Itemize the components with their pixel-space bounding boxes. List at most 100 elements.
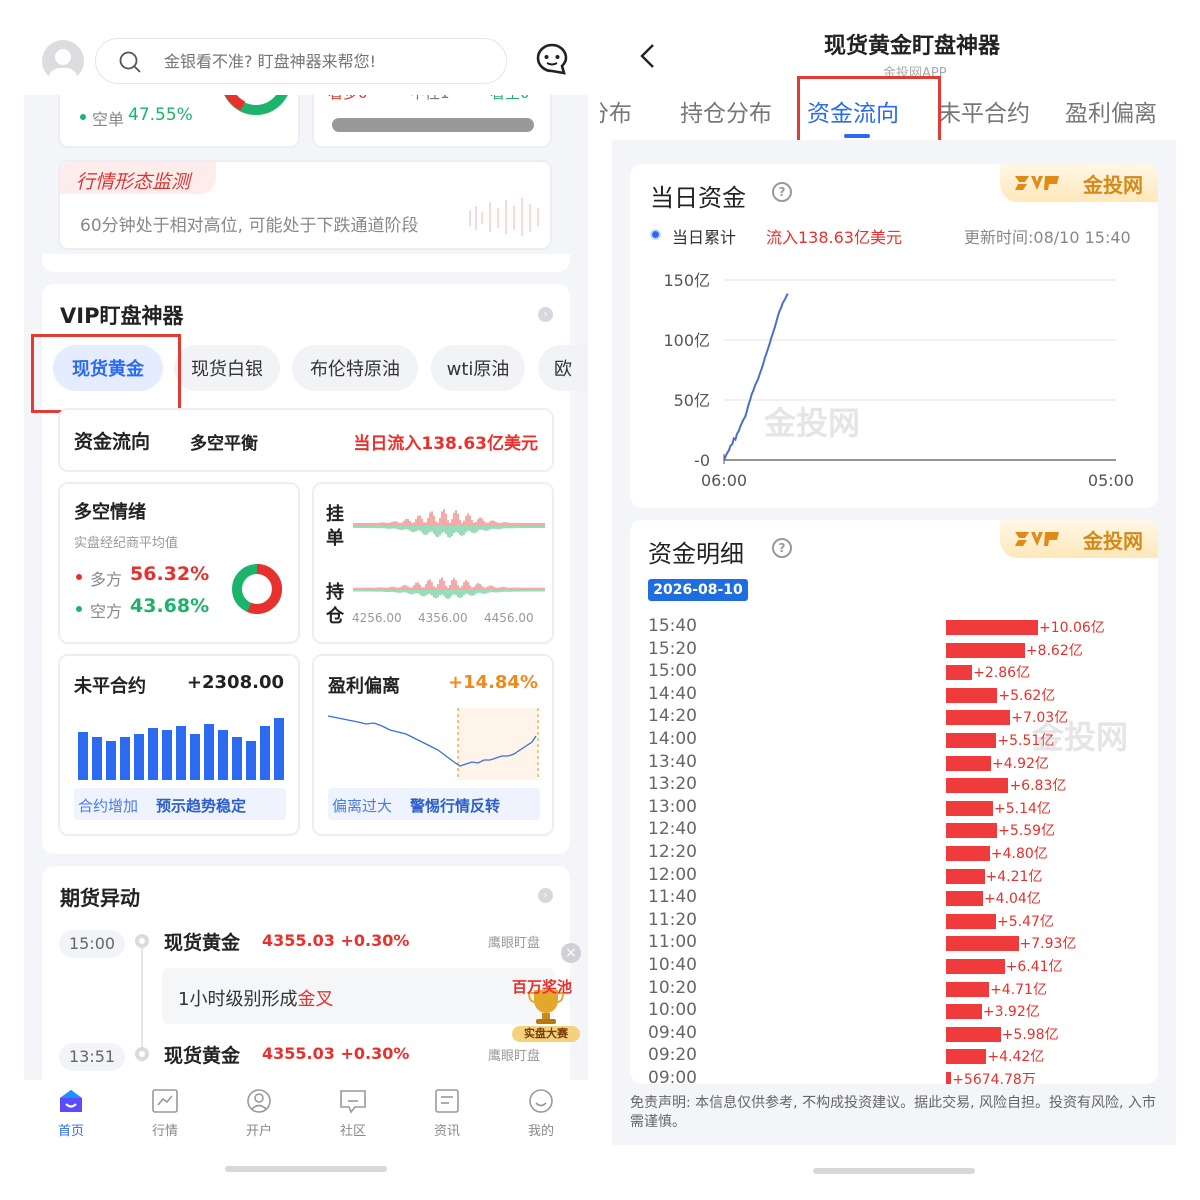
detail-time: 10:20: [648, 977, 697, 998]
tab-spot-silver[interactable]: 现货白银: [174, 345, 280, 391]
tab-position-distribution[interactable]: 持仓分布: [680, 94, 772, 128]
open-interest-bar: [176, 725, 186, 780]
detail-bar: [946, 733, 997, 748]
nav-me-label: 我的: [527, 1124, 554, 1139]
open-interest-bar: [120, 737, 130, 780]
disclaimer: 免责声明: 本信息仅供参考, 不构成投资建议。据此交易, 风险自担。投资有风险,…: [630, 1095, 1156, 1130]
x-tick-label: 05:00: [1088, 471, 1134, 490]
detail-row: 11:00 +7.93亿: [648, 932, 1148, 955]
fund-flow-label: 资金流向: [74, 431, 151, 453]
nav-market-label: 行情: [151, 1124, 178, 1139]
long-label: 多方: [90, 570, 123, 589]
nav-news[interactable]: 资讯: [417, 1088, 477, 1139]
orders-label-1: 挂: [326, 504, 344, 525]
detail-value: +4.42亿: [987, 1049, 1045, 1066]
short-value: 43.68%: [130, 595, 210, 617]
detail-row: 15:00 +2.86亿: [648, 661, 1148, 684]
tab-distribution[interactable]: 分布: [600, 94, 632, 128]
watermark: 金投网: [764, 404, 861, 442]
fund-flow-row[interactable]: 资金流向 多空平衡 当日流入138.63亿美元: [58, 408, 554, 472]
promo-close-icon[interactable]: ×: [561, 943, 581, 963]
order-tick-1: 4256.00: [352, 611, 402, 625]
message-icon[interactable]: [535, 42, 569, 76]
news-icon: [435, 1089, 459, 1113]
search-bar[interactable]: [95, 38, 507, 84]
home-indicator-right[interactable]: [813, 1168, 975, 1174]
detail-time: 12:20: [648, 842, 697, 862]
search-icon: [119, 51, 141, 73]
futures-item-name-2[interactable]: 现货黄金: [164, 1041, 240, 1068]
nav-account[interactable]: 开户: [229, 1088, 289, 1139]
detail-value: +5674.78万: [952, 1072, 1036, 1084]
detail-row: 11:20 +5.47亿: [648, 910, 1148, 933]
timeline-dot-2: [135, 1047, 149, 1061]
left-screen: 空单 47.55% 看多0 中性1 看空0 行情形态监测 60分钟处于相对高位,…: [0, 0, 600, 1200]
detail-row: 13:20 +6.83亿: [648, 774, 1148, 797]
legend-dot: [650, 229, 661, 240]
desc-prefix: 1小时级别形成: [178, 989, 298, 1010]
detail-bar: [946, 755, 991, 771]
sentiment-card[interactable]: 多空情绪 实盘经纪商平均值 多方 56.32% 空方 43.68%: [58, 482, 300, 644]
futures-item-name-1[interactable]: 现货黄金: [164, 928, 240, 955]
tab-euro[interactable]: 欧: [538, 345, 588, 391]
community-icon: [340, 1090, 366, 1114]
tab-wti-crude[interactable]: wti原油: [431, 345, 525, 391]
detail-time: 09:00: [648, 1068, 697, 1084]
detail-row: 12:00 +4.21亿: [648, 865, 1148, 888]
nav-home[interactable]: 首页: [41, 1088, 101, 1139]
help-icon[interactable]: ?: [772, 182, 792, 202]
detail-bar: [946, 800, 993, 816]
detail-row: 12:20 +4.80亿: [648, 842, 1148, 865]
detail-bar: [946, 1004, 982, 1020]
pattern-monitor-card[interactable]: 行情形态监测 60分钟处于相对高位, 可能处于下跌通道阶段: [58, 160, 552, 250]
search-input[interactable]: [164, 47, 484, 75]
detail-time: 11:00: [648, 932, 697, 953]
promo-float[interactable]: 百万奖池 实盘大赛: [508, 968, 584, 1044]
positions-label-1: 持: [326, 582, 344, 603]
tab-brent-crude[interactable]: 布伦特原油: [292, 345, 418, 391]
detail-value: +4.21亿: [985, 868, 1043, 885]
detail-time: 14:00: [648, 729, 697, 749]
y-tick-label: -0: [694, 451, 710, 470]
futures-item-price-2: 4355.03 +0.30%: [262, 1044, 410, 1063]
detail-value: +4.71亿: [990, 981, 1047, 998]
detail-time: 14:20: [648, 706, 697, 727]
y-tick-label: 100亿: [663, 331, 710, 350]
back-arrow-icon[interactable]: [638, 42, 658, 70]
open-interest-bar: [148, 727, 158, 780]
detail-help-icon[interactable]: ?: [772, 538, 792, 558]
nav-home-label: 首页: [57, 1124, 84, 1139]
home-indicator[interactable]: [225, 1166, 387, 1172]
detail-row: 15:40 +10.06亿: [648, 616, 1148, 639]
detail-value: +7.93亿: [1019, 936, 1077, 953]
open-interest-bar: [92, 737, 102, 780]
open-interest-card[interactable]: 未平合约 +2308.00 合约增加 预示趋势稳定: [58, 654, 300, 836]
short-dot: [80, 114, 86, 120]
detail-row: 09:20 +4.42亿: [648, 1045, 1148, 1068]
time-badge-2: 13:51: [59, 1043, 125, 1071]
detail-row: 15:20 +8.62亿: [648, 639, 1148, 662]
detail-value: +5.59亿: [998, 823, 1056, 840]
avatar[interactable]: [42, 40, 84, 82]
time-badge-1: 15:00: [59, 930, 125, 958]
open-interest-bar: [204, 723, 214, 780]
vip-more-icon[interactable]: ›: [538, 307, 553, 322]
nav-me[interactable]: 我的: [511, 1088, 571, 1139]
highlight-box-spot-gold: [31, 334, 181, 413]
pattern-badge-text: 行情形态监测: [76, 171, 191, 193]
nav-market[interactable]: 行情: [135, 1088, 195, 1139]
profit-deviation-card[interactable]: 盈利偏离 +14.84% 偏离过大 警惕行情反转: [312, 654, 554, 836]
nav-community[interactable]: 社区: [323, 1088, 383, 1139]
detail-value: +4.80亿: [990, 846, 1048, 862]
detail-value: +6.41亿: [1005, 959, 1063, 975]
tab-open-interest[interactable]: 未平合约: [938, 94, 1030, 128]
detail-time: 14:40: [648, 683, 697, 704]
futures-more-icon[interactable]: ›: [538, 888, 553, 903]
futures-item-tag-1: 鹰眼盯盘: [488, 936, 541, 951]
orders-positions-card[interactable]: 挂 单 持 仓 4256.00 4356.00 4456.00: [312, 482, 554, 644]
detail-bar: [946, 1049, 987, 1065]
detail-time: 11:40: [648, 887, 697, 908]
tab-profit-deviation[interactable]: 盈利偏离: [1065, 94, 1157, 128]
deviation-footer-1: 偏离过大: [332, 797, 393, 815]
detail-bar: [946, 868, 985, 884]
